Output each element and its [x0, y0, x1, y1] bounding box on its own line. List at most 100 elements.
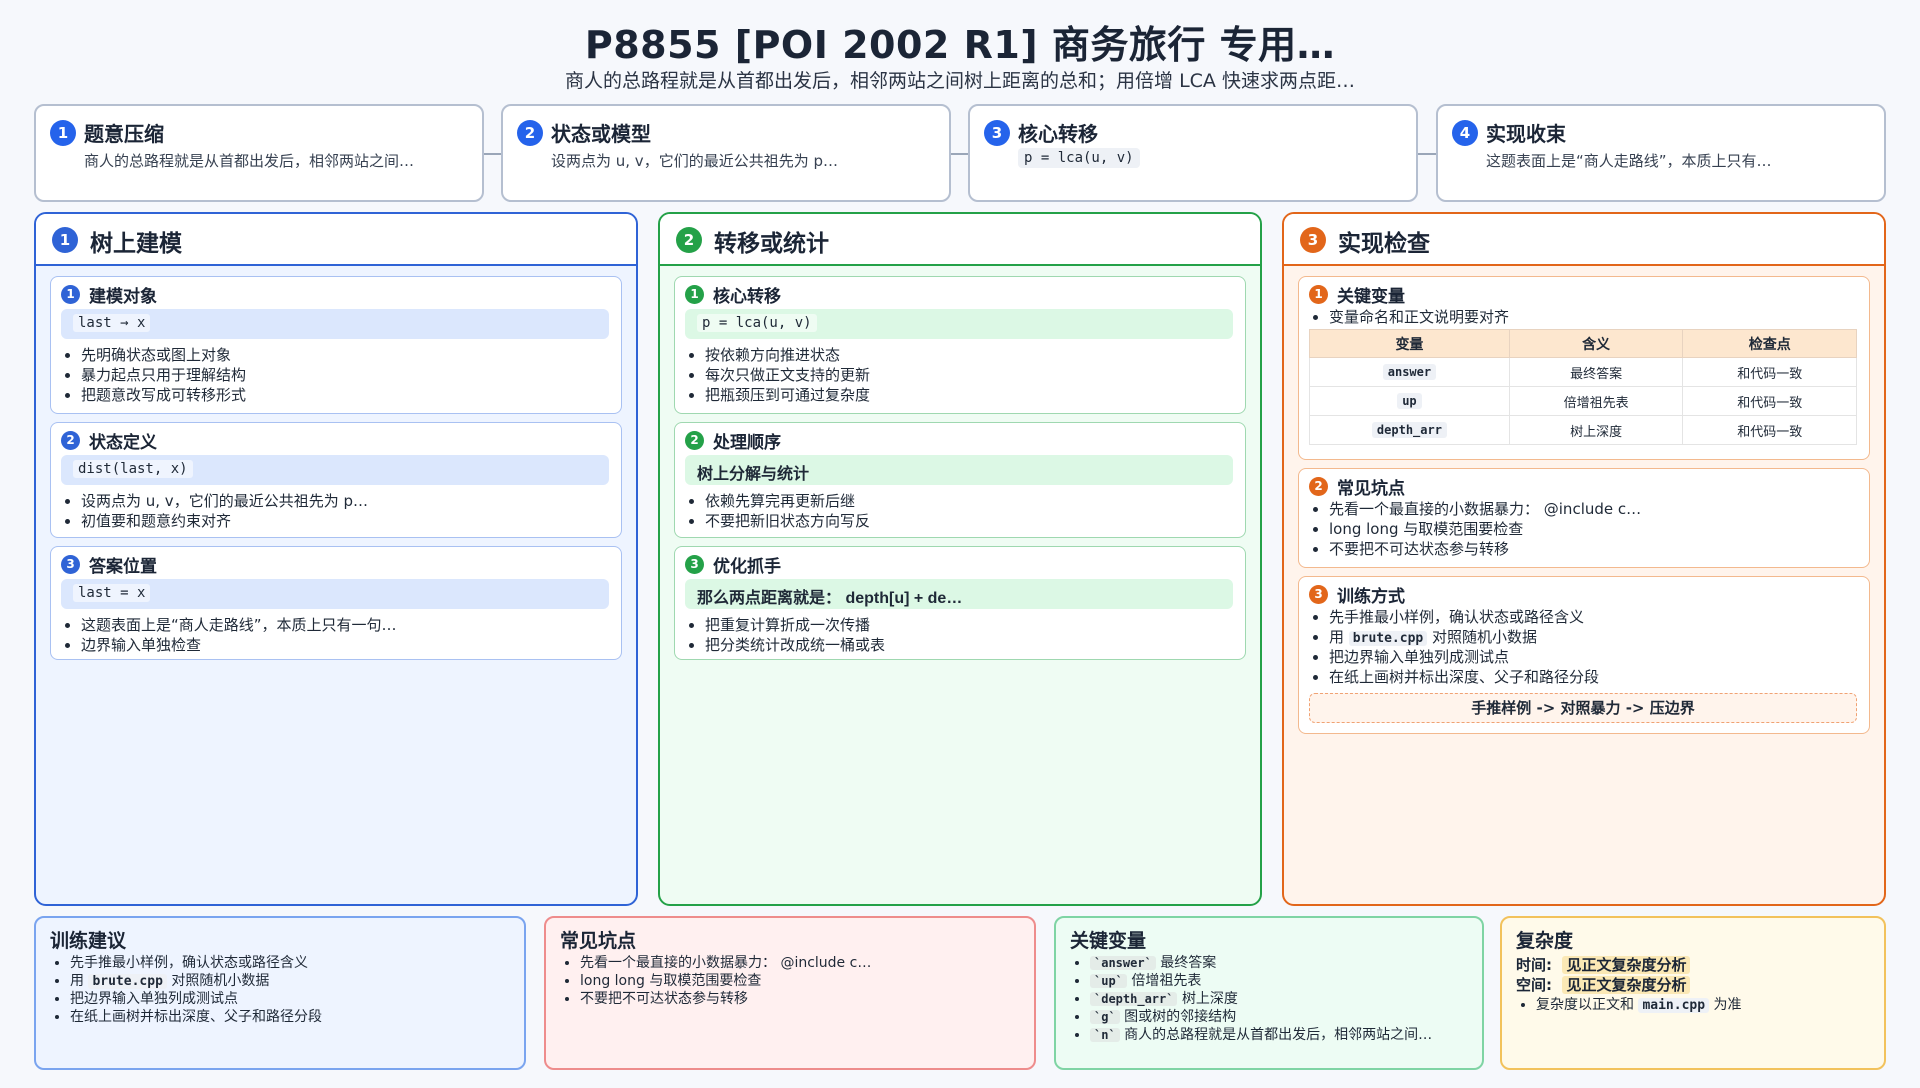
list-item: 设两点为 u, v，它们的最近公共祖先为 p…: [81, 491, 368, 511]
space-complexity: 空间: 见正文复杂度分析: [1516, 974, 1691, 995]
list-item: `g` 图或树的邻接结构: [1090, 1008, 1432, 1026]
box-training-advice: 训练建议 先手推最小样例，确认状态或路径含义 用 brute.cpp 对照随机小…: [34, 916, 526, 1070]
column-title: 转移或统计: [714, 231, 829, 257]
list-item: `up` 倍增祖先表: [1090, 972, 1432, 990]
column-header: 1 树上建模: [36, 214, 636, 266]
inline-code: brute.cpp: [88, 974, 167, 989]
card-title: 答案位置: [89, 557, 157, 577]
column-modeling: 1 树上建模 1 建模对象 last → x 先明确状态或图上对象 暴力起点只用…: [34, 212, 638, 906]
step-desc: 商人的总路程就是从首都出发后，相邻两站之间…: [84, 152, 415, 170]
list-item: `depth_arr` 树上深度: [1090, 990, 1432, 1008]
list-item: 不要把不可达状态参与转移: [1329, 539, 1641, 559]
variable-name: `n`: [1090, 1028, 1120, 1042]
card-number: 1: [1309, 285, 1328, 304]
page-subtitle: 商人的总路程就是从首都出发后，相邻两站之间树上距离的总和；用倍增 LCA 快速求…: [565, 70, 1355, 92]
column-title: 实现检查: [1338, 231, 1430, 257]
card-code: 那么两点距离就是： depth[u] + de…: [685, 579, 1233, 609]
card-list: 先看一个最直接的小数据暴力： @include c… long long 与取模…: [1329, 499, 1641, 559]
list-item: 用 brute.cpp 对照随机小数据: [1329, 627, 1599, 647]
card-number: 1: [685, 285, 704, 304]
step-title: 题意压缩: [84, 122, 164, 146]
list-item: 在纸上画树并标出深度、父子和路径分段: [1329, 667, 1599, 687]
list-item: 先明确状态或图上对象: [81, 345, 246, 365]
card-state-definition: 2 状态定义 dist(last, x) 设两点为 u, v，它们的最近公共祖先…: [50, 422, 622, 538]
time-complexity: 时间: 见正文复杂度分析: [1516, 954, 1691, 975]
table-header: 检查点: [1682, 329, 1857, 358]
card-process-order: 2 处理顺序 树上分解与统计 依赖先算完再更新后继 不要把新旧状态方向写反: [674, 422, 1246, 538]
variable-check: 和代码一致: [1682, 386, 1857, 416]
table-row: depth_arr 树上深度 和代码一致: [1309, 415, 1857, 445]
card-key-variables: 1 关键变量 变量命名和正文说明要对齐 变量 含义 检查点 answer 最终答…: [1298, 276, 1870, 460]
table-header: 含义: [1508, 329, 1684, 358]
list-item: 初值要和题意约束对齐: [81, 511, 368, 531]
step-desc: 这题表面上是“商人走路线”，本质上只有…: [1486, 152, 1772, 170]
step-card-4: 4 实现收束 这题表面上是“商人走路线”，本质上只有…: [1436, 104, 1886, 202]
code-pill: p = lca(u, v): [697, 314, 817, 332]
list-item: 边界输入单独检查: [81, 635, 397, 655]
list-item: 把边界输入单独列成测试点: [1329, 647, 1599, 667]
column-number: 1: [52, 227, 78, 253]
list-item: 把分类统计改成统一桶或表: [705, 635, 885, 655]
card-code: p = lca(u, v): [685, 309, 1233, 339]
list-item: 每次只做正文支持的更新: [705, 365, 870, 385]
column-implementation-check: 3 实现检查 1 关键变量 变量命名和正文说明要对齐 变量 含义 检查点 ans…: [1282, 212, 1886, 906]
workflow-note: 手推样例 -> 对照暴力 -> 压边界: [1309, 693, 1857, 723]
list-item: 复杂度以正文和 main.cpp 为准: [1536, 996, 1742, 1014]
step-number: 4: [1452, 120, 1478, 146]
variable-name: `answer`: [1090, 956, 1156, 970]
step-card-1: 1 题意压缩 商人的总路程就是从首都出发后，相邻两站之间…: [34, 104, 484, 202]
list-item: long long 与取模范围要检查: [580, 972, 871, 990]
list-item: 不要把新旧状态方向写反: [705, 511, 870, 531]
table-header: 变量: [1309, 329, 1510, 358]
column-transition: 2 转移或统计 1 核心转移 p = lca(u, v) 按依赖方向推进状态 每…: [658, 212, 1262, 906]
list-item: 不要把不可达状态参与转移: [580, 990, 871, 1008]
card-title: 优化抓手: [713, 557, 781, 577]
column-header: 2 转移或统计: [660, 214, 1260, 266]
list-item: 先看一个最直接的小数据暴力： @include c…: [580, 954, 871, 972]
variable-name: answer: [1382, 363, 1437, 380]
list-item: 把题意改写成可转移形式: [81, 385, 246, 405]
inline-code: main.cpp: [1638, 998, 1710, 1013]
card-list: 把重复计算折成一次传播 把分类统计改成统一桶或表: [705, 615, 885, 655]
table-row: answer 最终答案 和代码一致: [1309, 357, 1857, 387]
list-item: 把边界输入单独列成测试点: [70, 990, 322, 1008]
step-bar: 1 题意压缩 商人的总路程就是从首都出发后，相邻两站之间… 2 状态或模型 设两…: [34, 104, 1886, 202]
card-code: last → x: [61, 309, 609, 339]
step-card-2: 2 状态或模型 设两点为 u, v，它们的最近公共祖先为 p…: [501, 104, 951, 202]
step-title: 状态或模型: [551, 122, 651, 146]
box-title: 常见坑点: [560, 930, 637, 952]
card-code: 树上分解与统计: [685, 455, 1233, 485]
variable-meaning: 最终答案: [1508, 357, 1684, 387]
step-card-3: 3 核心转移 p = lca(u, v): [968, 104, 1418, 202]
card-code: last = x: [61, 579, 609, 609]
variable-name: depth_arr: [1371, 421, 1447, 438]
box-list: 复杂度以正文和 main.cpp 为准: [1536, 996, 1742, 1014]
variable-name: `up`: [1090, 974, 1127, 988]
box-common-pitfalls: 常见坑点 先看一个最直接的小数据暴力： @include c… long lon…: [544, 916, 1036, 1070]
list-item: 依赖先算完再更新后继: [705, 491, 870, 511]
card-number: 1: [61, 285, 80, 304]
card-answer-position: 3 答案位置 last = x 这题表面上是“商人走路线”，本质上只有一句… 边…: [50, 546, 622, 660]
code-pill: last = x: [73, 584, 151, 602]
card-model-object: 1 建模对象 last → x 先明确状态或图上对象 暴力起点只用于理解结构 把…: [50, 276, 622, 414]
code-pill: dist(last, x): [73, 460, 193, 478]
card-number: 3: [61, 555, 80, 574]
variable-name: up: [1397, 392, 1422, 409]
box-title: 复杂度: [1516, 930, 1574, 952]
card-number: 2: [61, 431, 80, 450]
card-title: 状态定义: [89, 433, 157, 453]
list-item: 按依赖方向推进状态: [705, 345, 870, 365]
box-list: 先看一个最直接的小数据暴力： @include c… long long 与取模…: [580, 954, 871, 1008]
box-title: 关键变量: [1070, 930, 1147, 952]
list-item: 先手推最小样例，确认状态或路径含义: [70, 954, 322, 972]
list-item: 这题表面上是“商人走路线”，本质上只有一句…: [81, 615, 397, 635]
box-list: 先手推最小样例，确认状态或路径含义 用 brute.cpp 对照随机小数据 把边…: [70, 954, 322, 1026]
list-item: long long 与取模范围要检查: [1329, 519, 1641, 539]
card-core-transition: 1 核心转移 p = lca(u, v) 按依赖方向推进状态 每次只做正文支持的…: [674, 276, 1246, 414]
code-pill: last → x: [73, 314, 151, 332]
list-item: 暴力起点只用于理解结构: [81, 365, 246, 385]
card-list: 按依赖方向推进状态 每次只做正文支持的更新 把瓶颈压到可通过复杂度: [705, 345, 870, 405]
list-item: 用 brute.cpp 对照随机小数据: [70, 972, 322, 990]
variable-meaning: 树上深度: [1508, 415, 1684, 445]
variable-meaning: 倍增祖先表: [1508, 386, 1684, 416]
